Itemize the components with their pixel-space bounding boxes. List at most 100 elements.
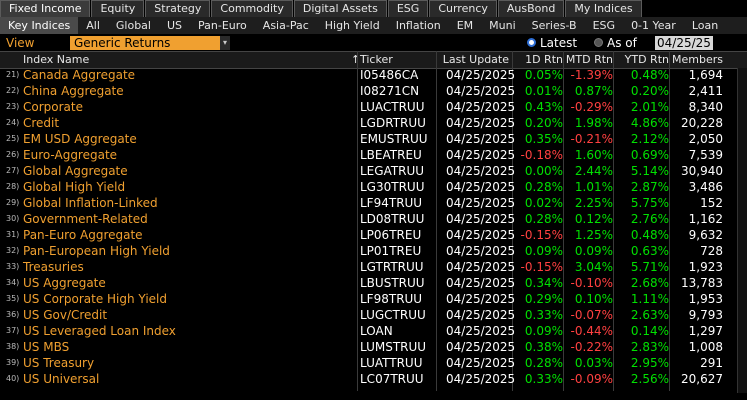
header-ticker[interactable]: Ticker xyxy=(360,52,393,68)
top-tab-esg[interactable]: ESG xyxy=(387,0,429,17)
top-tab-digital-assets[interactable]: Digital Assets xyxy=(293,0,387,17)
ticker-cell[interactable]: LGDRTRUU xyxy=(360,115,426,131)
ticker-cell[interactable]: LEGATRUU xyxy=(360,163,424,179)
index-name-cell[interactable]: US Universal xyxy=(23,371,99,387)
asof-radio[interactable] xyxy=(594,38,603,47)
index-name-cell[interactable]: US Corporate High Yield xyxy=(23,291,167,307)
sub-tab-global[interactable]: Global xyxy=(108,17,159,34)
top-tab-ausbond[interactable]: AusBond xyxy=(497,0,565,17)
ticker-cell[interactable]: LC07TRUU xyxy=(360,371,424,387)
index-name-cell[interactable]: US MBS xyxy=(23,339,69,355)
table-row[interactable]: 29) Global Inflation-Linked LF94TRUU 04/25/… xyxy=(0,195,747,211)
sub-tab-em[interactable]: EM xyxy=(449,17,481,34)
table-row[interactable]: 40) US Universal LC07TRUU 04/25/2025 0.33% -0… xyxy=(0,371,747,387)
ticker-cell[interactable]: LF94TRUU xyxy=(360,195,422,211)
ticker-cell[interactable]: LBEATREU xyxy=(360,147,422,163)
ticker-cell[interactable]: LUGCTRUU xyxy=(360,307,426,323)
ticker-cell[interactable]: LGTRTRUU xyxy=(360,259,424,275)
table-row[interactable]: 21) Canada Aggregate I05486CA 04/25/2025 0.0… xyxy=(0,67,747,83)
sub-tab-asia-pac[interactable]: Asia-Pac xyxy=(255,17,317,34)
ticker-cell[interactable]: EMUSTRUU xyxy=(360,131,428,147)
top-tab-strategy[interactable]: Strategy xyxy=(145,0,211,17)
table-row[interactable]: 38) US MBS LUMSTRUU 04/25/2025 0.38% -0.22% 2.… xyxy=(0,339,747,355)
table-row[interactable]: 32) Pan-European High Yield LP01TREU 04/25/… xyxy=(0,243,747,259)
ticker-cell[interactable]: LUATTRUU xyxy=(360,355,423,371)
sub-tab-us[interactable]: US xyxy=(159,17,190,34)
ticker-cell[interactable]: LF98TRUU xyxy=(360,291,422,307)
table-row[interactable]: 25) EM USD Aggregate EMUSTRUU 04/25/2025 0.3… xyxy=(0,131,747,147)
table-row[interactable]: 39) US Treasury LUATTRUU 04/25/2025 0.28% 0.0… xyxy=(0,355,747,371)
index-name-cell[interactable]: Pan-Euro Aggregate xyxy=(23,227,143,243)
index-name-cell[interactable]: Global Inflation-Linked xyxy=(23,195,158,211)
index-name-cell[interactable]: Treasuries xyxy=(23,259,84,275)
latest-radio[interactable] xyxy=(527,38,536,47)
index-name-cell[interactable]: Global High Yield xyxy=(23,179,125,195)
top-tab-my-indices[interactable]: My Indices xyxy=(565,0,642,17)
index-name-cell[interactable]: Global Aggregate xyxy=(23,163,128,179)
index-name-cell[interactable]: EM USD Aggregate xyxy=(23,131,137,147)
ticker-cell[interactable]: LD08TRUU xyxy=(360,211,424,227)
table-row[interactable]: 22) China Aggregate I08271CN 04/25/2025 0.01… xyxy=(0,83,747,99)
chevron-down-icon[interactable]: ▾ xyxy=(220,36,230,50)
table-row[interactable]: 23) Corporate LUACTRUU 04/25/2025 0.43% -0.29… xyxy=(0,99,747,115)
ticker-cell[interactable]: LOAN xyxy=(360,323,393,339)
ticker-cell[interactable]: I05486CA xyxy=(360,67,418,83)
index-name-cell[interactable]: Pan-European High Yield xyxy=(23,243,170,259)
view-dropdown[interactable]: Generic Returns ▾ xyxy=(70,36,230,50)
top-tab-commodity[interactable]: Commodity xyxy=(211,0,293,17)
ticker-cell[interactable]: LBUSTRUU xyxy=(360,275,425,291)
table-row[interactable]: 24) Credit LGDRTRUU 04/25/2025 0.20% 1.98% 4.8… xyxy=(0,115,747,131)
table-row[interactable]: 34) US Aggregate LBUSTRUU 04/25/2025 0.34% -0… xyxy=(0,275,747,291)
index-name-cell[interactable]: China Aggregate xyxy=(23,83,124,99)
sub-tab-key-indices[interactable]: Key Indices xyxy=(0,17,79,34)
header-members[interactable]: Members xyxy=(672,52,723,68)
index-name-cell[interactable]: US Aggregate xyxy=(23,275,106,291)
ticker-cell[interactable]: LP06TREU xyxy=(360,227,421,243)
sub-tab-esg[interactable]: ESG xyxy=(585,17,623,34)
header-index-name[interactable]: Index Name xyxy=(23,52,89,68)
sub-tab-all[interactable]: All xyxy=(78,17,108,34)
index-name-cell[interactable]: US Gov/Credit xyxy=(23,307,107,323)
sub-tab-muni[interactable]: Muni xyxy=(481,17,524,34)
table-row[interactable]: 33) Treasuries LGTRTRUU 04/25/2025 -0.15% 3.0… xyxy=(0,259,747,275)
sub-tab-inflation[interactable]: Inflation xyxy=(388,17,449,34)
sub-tab-loan[interactable]: Loan xyxy=(684,17,726,34)
rtn-ytd-cell: 0.20% xyxy=(630,84,669,98)
table-row[interactable]: 28) Global High Yield LG30TRUU 04/25/2025 0.… xyxy=(0,179,747,195)
table-row[interactable]: 31) Pan-Euro Aggregate LP06TREU 04/25/2025-… xyxy=(0,227,747,243)
ticker-cell[interactable]: LP01TREU xyxy=(360,243,421,259)
sub-tab-series-b[interactable]: Series-B xyxy=(524,17,585,34)
header-last-update[interactable]: Last Update xyxy=(443,52,509,68)
sub-tab-pan-euro[interactable]: Pan-Euro xyxy=(190,17,255,34)
asof-date-input[interactable]: 04/25/25 xyxy=(655,36,713,50)
index-name-cell[interactable]: Government-Related xyxy=(23,211,148,227)
index-name-cell[interactable]: Corporate xyxy=(23,99,83,115)
asof-radio-label[interactable]: As of xyxy=(607,36,637,50)
header-ytd-rtn[interactable]: YTD Rtn xyxy=(625,52,669,68)
ticker-cell[interactable]: I08271CN xyxy=(360,83,419,99)
index-name-cell[interactable]: Credit xyxy=(23,115,59,131)
top-tab-equity[interactable]: Equity xyxy=(91,0,145,17)
table-row[interactable]: 35) US Corporate High Yield LF98TRUU 04/25/… xyxy=(0,291,747,307)
index-name-cell[interactable]: Canada Aggregate xyxy=(23,67,135,83)
vertical-scrollbar[interactable] xyxy=(737,68,747,393)
index-name-cell[interactable]: Euro-Aggregate xyxy=(23,147,117,163)
ticker-cell[interactable]: LUMSTRUU xyxy=(360,339,426,355)
table-row[interactable]: 26) Euro-Aggregate LBEATREU 04/25/2025 -0.18… xyxy=(0,147,747,163)
table-row[interactable]: 37) US Leveraged Loan Index LOAN 04/25/2025… xyxy=(0,323,747,339)
top-tab-fixed-income[interactable]: Fixed Income xyxy=(0,0,91,17)
table-row[interactable]: 30) Government-Related LD08TRUU 04/25/2025 0… xyxy=(0,211,747,227)
header-1d-rtn[interactable]: 1D Rtn xyxy=(525,52,563,68)
table-row[interactable]: 27) Global Aggregate LEGATRUU 04/25/2025 0.0… xyxy=(0,163,747,179)
sort-up-icon[interactable]: ↑ xyxy=(351,52,360,68)
index-name-cell[interactable]: US Leveraged Loan Index xyxy=(23,323,176,339)
header-mtd-rtn[interactable]: MTD Rtn xyxy=(566,52,613,68)
sub-tab-0-1-year[interactable]: 0-1 Year xyxy=(623,17,684,34)
index-name-cell[interactable]: US Treasury xyxy=(23,355,94,371)
ticker-cell[interactable]: LUACTRUU xyxy=(360,99,424,115)
top-tab-currency[interactable]: Currency xyxy=(429,0,497,17)
sub-tab-high-yield[interactable]: High Yield xyxy=(317,17,388,34)
ticker-cell[interactable]: LG30TRUU xyxy=(360,179,425,195)
table-row[interactable]: 36) US Gov/Credit LUGCTRUU 04/25/2025 0.33% -… xyxy=(0,307,747,323)
latest-radio-label[interactable]: Latest xyxy=(540,36,577,50)
